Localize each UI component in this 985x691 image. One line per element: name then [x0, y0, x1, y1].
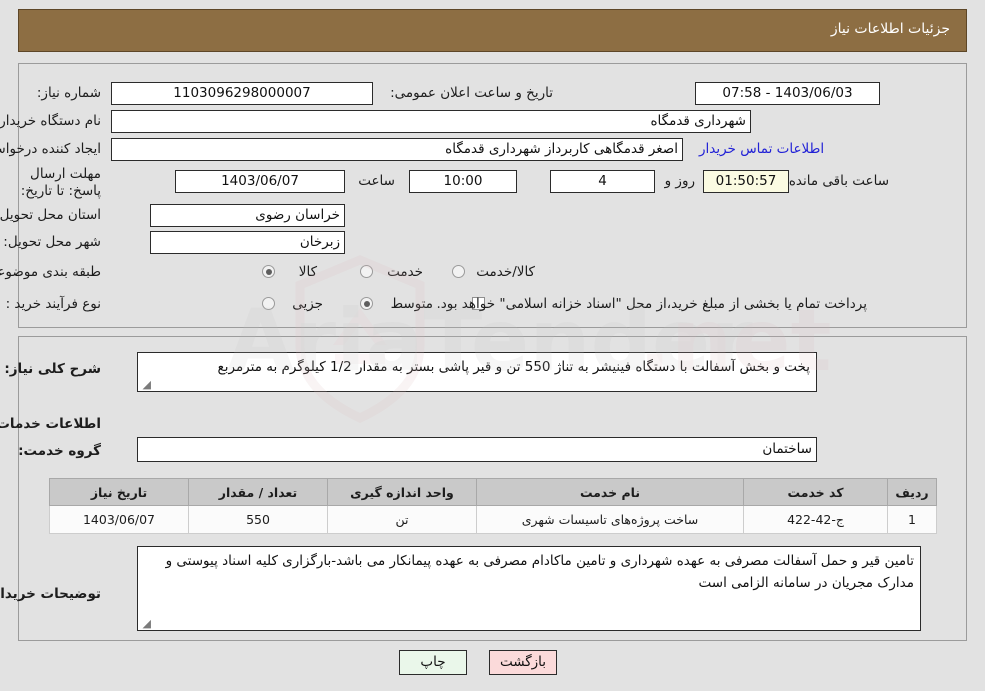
deadline-date-value: 1403/06/07: [175, 170, 345, 193]
countdown-label: ساعت باقی مانده: [788, 173, 889, 189]
announce-datetime-value: 1403/06/03 - 07:58: [695, 82, 880, 105]
col-name: نام خدمت: [476, 478, 744, 506]
general-description-textarea[interactable]: پخت و بخش آسفالت با دستگاه فینیشر به تنا…: [137, 352, 817, 392]
delivery-city-label: شهر محل تحویل:: [3, 234, 101, 250]
services-table: ردیف کد خدمت نام خدمت واحد اندازه گیری ت…: [49, 478, 937, 534]
print-button[interactable]: چاپ: [399, 650, 467, 675]
cell-date: 1403/06/07: [49, 505, 189, 534]
page-title: جزئیات اطلاعات نیاز: [830, 21, 950, 37]
cell-unit: تن: [327, 505, 477, 534]
radio-category-khedmat[interactable]: [360, 265, 373, 278]
col-row: ردیف: [887, 478, 937, 506]
request-creator-value: اصغر قدمگاهی کاربرداز شهرداری قدمگاه: [111, 138, 683, 161]
service-group-label: گروه خدمت:: [18, 443, 101, 459]
buyer-notes-label: توضیحات خریدار:: [0, 586, 101, 602]
cell-code: ج-42-422: [743, 505, 888, 534]
radio-process-motavasset[interactable]: [360, 297, 373, 310]
request-creator-label: ایجاد کننده درخواست:: [0, 141, 101, 157]
buyer-notes-textarea[interactable]: تامین قیر و حمل آسفالت مصرفی به عهده شهر…: [137, 546, 921, 631]
resize-grip-icon-notes[interactable]: ◢: [141, 618, 151, 629]
radio-category-kala-label: کالا: [298, 264, 317, 280]
delivery-province-label: استان محل تحویل:: [0, 207, 101, 223]
back-button[interactable]: بازگشت: [489, 650, 557, 675]
delivery-province-value: خراسان رضوی: [150, 204, 345, 227]
buyer-notes-text: تامین قیر و حمل آسفالت مصرفی به عهده شهر…: [165, 553, 914, 591]
page-header-bar: جزئیات اطلاعات نیاز: [18, 9, 967, 52]
general-description-label: شرح کلی نیاز:: [4, 361, 101, 377]
resize-grip-icon[interactable]: ◢: [141, 379, 151, 390]
subject-category-label: طبقه بندی موضوعی:: [0, 264, 101, 280]
cell-row: 1: [887, 505, 937, 534]
radio-category-kala[interactable]: [262, 265, 275, 278]
cell-name: ساخت پروژه‌های تاسیسات شهری: [476, 505, 744, 534]
buyer-org-value: شهرداری قدمگاه: [111, 110, 751, 133]
col-date: تاریخ نیاز: [49, 478, 189, 506]
radio-process-jozii[interactable]: [262, 297, 275, 310]
countdown-timer: 01:50:57: [703, 170, 789, 193]
col-code: کد خدمت: [743, 478, 888, 506]
page-root: جزئیات اطلاعات نیاز شماره نیاز: 11030962…: [0, 0, 985, 691]
need-number-value: 1103096298000007: [111, 82, 373, 105]
purchase-process-label: نوع فرآیند خرید :: [5, 296, 101, 312]
table-header-row: ردیف کد خدمت نام خدمت واحد اندازه گیری ت…: [49, 478, 937, 506]
remaining-days-label: روز و: [664, 173, 695, 189]
col-unit: واحد اندازه گیری: [327, 478, 477, 506]
radio-category-kala-khedmat-label: کالا/خدمت: [476, 264, 535, 280]
radio-process-motavasset-label: متوسط: [390, 296, 433, 312]
response-deadline-label: مهلت ارسال پاسخ: تا تاریخ:: [20, 166, 101, 199]
radio-category-kala-khedmat[interactable]: [452, 265, 465, 278]
delivery-city-value: زبرخان: [150, 231, 345, 254]
buyer-org-label: نام دستگاه خریدار:: [0, 113, 101, 129]
deadline-hour-label: ساعت: [358, 173, 395, 189]
general-description-text: پخت و بخش آسفالت با دستگاه فینیشر به تنا…: [217, 359, 810, 375]
cell-quantity: 550: [188, 505, 328, 534]
remaining-days-value: 4: [550, 170, 655, 193]
table-row: 1 ج-42-422 ساخت پروژه‌های تاسیسات شهری ت…: [49, 505, 937, 534]
treasury-bond-note: پرداخت تمام یا بخشی از مبلغ خرید،از محل …: [436, 296, 867, 312]
radio-process-jozii-label: جزیی: [292, 296, 323, 312]
services-section-title: اطلاعات خدمات مورد نیاز: [0, 416, 101, 432]
col-quantity: تعداد / مقدار: [188, 478, 328, 506]
announce-datetime-label: تاریخ و ساعت اعلان عمومی:: [390, 85, 553, 101]
need-number-label: شماره نیاز:: [36, 85, 101, 101]
deadline-hour-value: 10:00: [409, 170, 517, 193]
service-group-value: ساختمان: [137, 437, 817, 462]
radio-category-khedmat-label: خدمت: [387, 264, 423, 280]
buyer-contact-link[interactable]: اطلاعات تماس خریدار: [699, 141, 824, 157]
